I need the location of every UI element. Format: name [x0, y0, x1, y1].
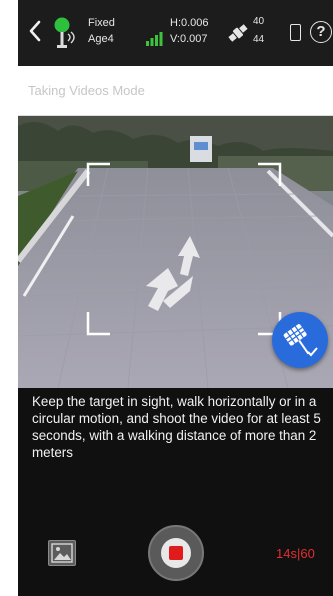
vertical-precision: V:0.007	[170, 33, 208, 45]
age-text: Age4	[88, 33, 114, 45]
mode-fab-button[interactable]	[272, 312, 328, 368]
recording-timer: 14s|60	[276, 546, 315, 561]
fix-status-text: Fixed	[88, 17, 115, 29]
signal-bars-icon	[146, 32, 163, 46]
back-icon[interactable]	[28, 20, 42, 42]
help-icon[interactable]: ?	[310, 21, 332, 43]
status-bar: Fixed Age4 H:0.006 V:0.007 40 44 ?	[18, 0, 333, 66]
mode-bar: Taking Videos Mode	[18, 66, 333, 116]
gallery-icon	[51, 543, 73, 563]
horizontal-precision: H:0.006	[170, 17, 209, 29]
record-button[interactable]	[148, 525, 204, 581]
app-screen: Fixed Age4 H:0.006 V:0.007 40 44 ? Takin…	[18, 0, 333, 596]
instructions-text: Keep the target in sight, walk horizonta…	[32, 394, 321, 460]
satellites-used: 40	[253, 16, 265, 27]
satellite-icon	[228, 24, 248, 42]
rtk-receiver-icon	[54, 17, 75, 48]
record-stop-square	[169, 546, 183, 560]
satellites-visible: 44	[253, 34, 265, 45]
mode-fab-icon	[283, 324, 318, 357]
mode-label: Taking Videos Mode	[28, 83, 145, 98]
record-icon	[161, 538, 191, 568]
gallery-button[interactable]	[48, 540, 76, 566]
device-icon[interactable]	[290, 24, 301, 41]
